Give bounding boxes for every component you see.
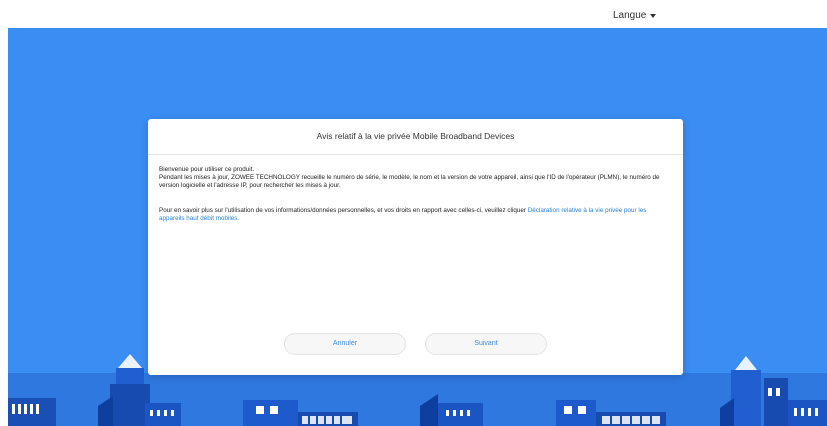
cancel-button[interactable]: Annuler bbox=[284, 333, 406, 355]
welcome-text: Bienvenue pour utiliser ce produit. bbox=[159, 166, 255, 173]
more-info-paragraph: Pour en savoir plus sur l'utilisation de… bbox=[159, 207, 672, 223]
caret-down-icon bbox=[650, 13, 657, 18]
privacy-notice-dialog: Avis relatif à la vie privée Mobile Broa… bbox=[148, 119, 683, 375]
update-notice-text: Pendant les mises à jour, ZOWEE TECHNOLO… bbox=[159, 173, 660, 189]
language-label: Langue bbox=[613, 10, 647, 21]
dialog-title: Avis relatif à la vie privée Mobile Broa… bbox=[148, 119, 683, 155]
dialog-body: Bienvenue pour utiliser ce produit. Pend… bbox=[148, 155, 683, 223]
top-bar: Langue bbox=[0, 0, 827, 28]
more-info-text: Pour en savoir plus sur l'utilisation de… bbox=[159, 207, 526, 215]
language-dropdown[interactable]: Langue bbox=[613, 10, 657, 21]
next-button[interactable]: Suivant bbox=[425, 333, 547, 355]
